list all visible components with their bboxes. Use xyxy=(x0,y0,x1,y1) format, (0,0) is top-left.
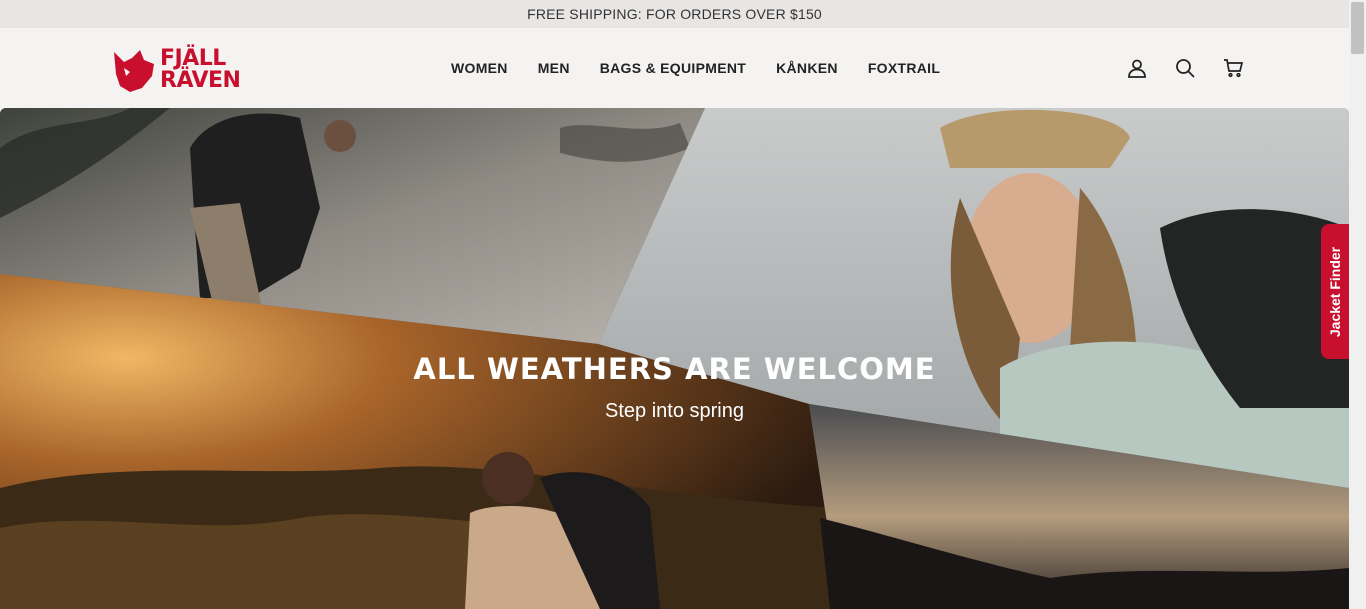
brand-wordmark: FJÄLL RÄVEN xyxy=(160,46,241,93)
nav-item-foxtrail[interactable]: FOXTRAIL xyxy=(868,60,940,76)
main-nav: WOMEN MEN BAGS & EQUIPMENT KÅNKEN FOXTRA… xyxy=(451,28,940,108)
account-icon[interactable] xyxy=(1125,56,1149,80)
hero-title: ALL WEATHERS ARE WELCOME xyxy=(413,352,936,386)
hero-subtitle: Step into spring xyxy=(605,400,744,422)
cart-icon[interactable] xyxy=(1221,56,1245,80)
scrollbar-thumb[interactable] xyxy=(1351,2,1364,54)
announcement-bar: FREE SHIPPING: FOR ORDERS OVER $150 xyxy=(0,0,1349,28)
announcement-text: FREE SHIPPING: FOR ORDERS OVER $150 xyxy=(527,6,822,22)
fox-logo-icon xyxy=(114,50,154,92)
search-icon[interactable] xyxy=(1173,56,1197,80)
jacket-finder-tab[interactable]: Jacket Finder xyxy=(1321,224,1349,359)
page: FREE SHIPPING: FOR ORDERS OVER $150 FJÄL… xyxy=(0,0,1366,609)
header-actions xyxy=(1125,56,1245,80)
scrollbar[interactable] xyxy=(1349,0,1366,609)
nav-item-bags-equipment[interactable]: BAGS & EQUIPMENT xyxy=(600,60,746,76)
brand-logo[interactable]: FJÄLL RÄVEN xyxy=(110,44,250,96)
nav-item-men[interactable]: MEN xyxy=(538,60,570,76)
logo-line-1: FJÄLL xyxy=(160,46,226,71)
jacket-finder-label: Jacket Finder xyxy=(1327,246,1344,337)
site-header: FJÄLL RÄVEN WOMEN MEN BAGS & EQUIPMENT K… xyxy=(0,28,1349,108)
nav-item-kanken[interactable]: KÅNKEN xyxy=(776,60,838,76)
hero-text-block: ALL WEATHERS ARE WELCOME Step into sprin… xyxy=(0,352,1349,423)
hero-banner[interactable]: ALL WEATHERS ARE WELCOME Step into sprin… xyxy=(0,108,1349,609)
logo-line-2: RÄVEN xyxy=(160,68,241,93)
nav-item-women[interactable]: WOMEN xyxy=(451,60,508,76)
